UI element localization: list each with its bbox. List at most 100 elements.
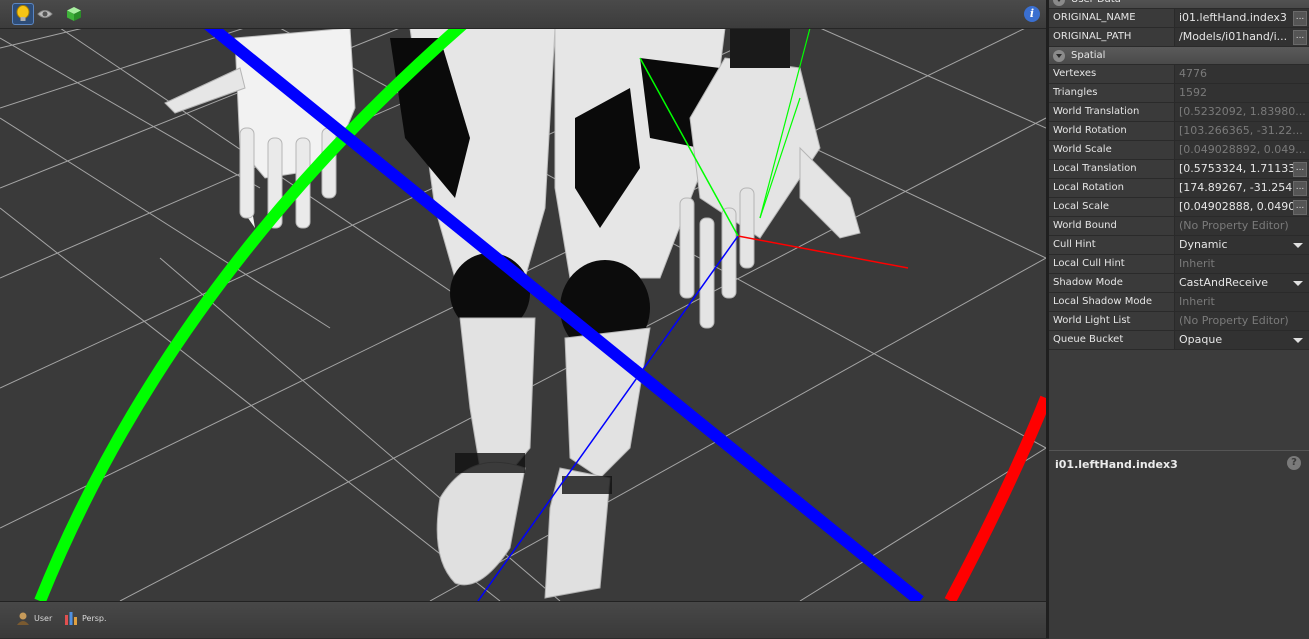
property-value-text: CastAndReceive bbox=[1179, 276, 1269, 289]
property-value[interactable]: /Models/i01hand/i...... bbox=[1175, 28, 1309, 46]
lightbulb-icon bbox=[16, 5, 30, 21]
chevron-down-icon[interactable] bbox=[1293, 281, 1303, 286]
property-row-local-shadow-mode: Local Shadow Mode Inherit bbox=[1049, 293, 1309, 312]
property-row-original-name: ORIGINAL_NAME i01.leftHand.index3... bbox=[1049, 9, 1309, 28]
property-row-vertexes: Vertexes 4776 bbox=[1049, 65, 1309, 84]
help-icon[interactable]: ? bbox=[1287, 456, 1301, 470]
perspective-icon bbox=[65, 612, 77, 625]
property-row-queue-bucket: Queue Bucket Opaque bbox=[1049, 331, 1309, 350]
property-key: World Rotation bbox=[1049, 122, 1175, 140]
projection-button[interactable]: Persp. bbox=[64, 611, 107, 625]
property-row-world-scale: World Scale [0.049028892, 0.049... bbox=[1049, 141, 1309, 160]
property-key: Local Scale bbox=[1049, 198, 1175, 216]
property-key: Local Rotation bbox=[1049, 179, 1175, 197]
viewport-toolbar: i bbox=[0, 0, 1046, 29]
property-key: Vertexes bbox=[1049, 65, 1175, 83]
property-key: ORIGINAL_NAME bbox=[1049, 9, 1175, 27]
property-value[interactable]: [0.04902888, 0.0490...... bbox=[1175, 198, 1309, 216]
property-row-cull-hint: Cull Hint Dynamic bbox=[1049, 236, 1309, 255]
property-value-text: Opaque bbox=[1179, 333, 1223, 346]
chevron-down-icon[interactable] bbox=[1293, 338, 1303, 343]
collapse-chevron-icon[interactable] bbox=[1053, 0, 1065, 6]
property-row-triangles: Triangles 1592 bbox=[1049, 84, 1309, 103]
info-icon[interactable]: i bbox=[1024, 6, 1040, 22]
ellipsis-editor-button[interactable]: ... bbox=[1293, 162, 1307, 177]
property-row-shadow-mode: Shadow Mode CastAndReceive bbox=[1049, 274, 1309, 293]
cube-toggle-button[interactable] bbox=[63, 3, 85, 25]
property-value: [0.5232092, 1.83980... bbox=[1175, 103, 1309, 121]
camera-mode-label: User bbox=[34, 613, 53, 623]
section-title: User Data bbox=[1071, 0, 1121, 5]
property-key: Cull Hint bbox=[1049, 236, 1175, 254]
lightbulb-toggle-button[interactable] bbox=[12, 3, 34, 25]
property-row-local-cull-hint: Local Cull Hint Inherit bbox=[1049, 255, 1309, 274]
section-header-spatial[interactable]: Spatial bbox=[1049, 47, 1309, 65]
scene-viewport[interactable]: i User Persp. bbox=[0, 0, 1046, 638]
property-row-world-light-list: World Light List (No Property Editor) bbox=[1049, 312, 1309, 331]
property-key: ORIGINAL_PATH bbox=[1049, 28, 1175, 46]
property-row-original-path: ORIGINAL_PATH/Models/i01hand/i...... bbox=[1049, 28, 1309, 47]
property-value: 4776 bbox=[1175, 65, 1309, 83]
property-dropdown[interactable]: Dynamic bbox=[1175, 236, 1309, 254]
properties-panel: User DataORIGINAL_NAMEi01.leftHand.index… bbox=[1046, 0, 1309, 639]
property-key: World Bound bbox=[1049, 217, 1175, 235]
property-key: Triangles bbox=[1049, 84, 1175, 102]
property-key: Shadow Mode bbox=[1049, 274, 1175, 292]
property-key: Local Translation bbox=[1049, 160, 1175, 178]
section-header-user-data[interactable]: User Data bbox=[1049, 0, 1309, 9]
property-value: 1592 bbox=[1175, 84, 1309, 102]
property-value-text: [0.5232092, 1.83980... bbox=[1179, 105, 1306, 118]
scene-3d-view[interactable] bbox=[0, 28, 1046, 601]
property-value-text: Dynamic bbox=[1179, 238, 1228, 251]
camera-mode-button[interactable]: User bbox=[16, 611, 52, 625]
property-dropdown[interactable]: Opaque bbox=[1175, 331, 1309, 349]
property-value-text: [0.04902888, 0.0490... bbox=[1179, 200, 1306, 213]
description-title: i01.leftHand.index3 bbox=[1055, 458, 1178, 471]
property-value-text: i01.leftHand.index3 bbox=[1179, 11, 1287, 24]
collapse-chevron-icon[interactable] bbox=[1053, 49, 1065, 62]
property-key: World Light List bbox=[1049, 312, 1175, 330]
property-value[interactable]: [174.89267, -31.254...... bbox=[1175, 179, 1309, 197]
property-value: [0.049028892, 0.049... bbox=[1175, 141, 1309, 159]
property-value-text: 4776 bbox=[1179, 67, 1207, 80]
property-row-local-scale: Local Scale [0.04902888, 0.0490...... bbox=[1049, 198, 1309, 217]
description-panel: i01.leftHand.index3 ? bbox=[1049, 450, 1309, 639]
property-value: Inherit bbox=[1175, 255, 1309, 273]
property-value-text: /Models/i01hand/i... bbox=[1179, 30, 1288, 43]
property-value: (No Property Editor) bbox=[1175, 312, 1309, 330]
chevron-down-icon[interactable] bbox=[1293, 243, 1303, 248]
property-dropdown[interactable]: CastAndReceive bbox=[1175, 274, 1309, 292]
property-value[interactable]: i01.leftHand.index3... bbox=[1175, 9, 1309, 27]
cube-icon bbox=[67, 7, 81, 21]
property-row-world-rotation: World Rotation [103.266365, -31.22... bbox=[1049, 122, 1309, 141]
property-key: Queue Bucket bbox=[1049, 331, 1175, 349]
property-value: Inherit bbox=[1175, 293, 1309, 311]
property-row-local-translation: Local Translation [0.5753324, 1.71133....… bbox=[1049, 160, 1309, 179]
ellipsis-editor-button[interactable]: ... bbox=[1293, 30, 1307, 45]
eye-toggle-button[interactable] bbox=[34, 3, 56, 25]
ellipsis-editor-button[interactable]: ... bbox=[1293, 11, 1307, 26]
projection-label: Persp. bbox=[82, 613, 107, 623]
property-value-text: [103.266365, -31.22... bbox=[1179, 124, 1303, 137]
property-value-text: Inherit bbox=[1179, 295, 1215, 308]
property-key: Local Cull Hint bbox=[1049, 255, 1175, 273]
property-value-text: (No Property Editor) bbox=[1179, 219, 1289, 232]
property-key: Local Shadow Mode bbox=[1049, 293, 1175, 311]
eye-icon bbox=[37, 10, 53, 18]
property-sheet: User DataORIGINAL_NAMEi01.leftHand.index… bbox=[1049, 0, 1309, 350]
property-value-text: 1592 bbox=[1179, 86, 1207, 99]
property-value-text: [0.5753324, 1.71133... bbox=[1179, 162, 1306, 175]
property-key: World Scale bbox=[1049, 141, 1175, 159]
property-key: World Translation bbox=[1049, 103, 1175, 121]
property-value-text: Inherit bbox=[1179, 257, 1215, 270]
ellipsis-editor-button[interactable]: ... bbox=[1293, 200, 1307, 215]
ellipsis-editor-button[interactable]: ... bbox=[1293, 181, 1307, 196]
user-camera-icon bbox=[17, 612, 29, 625]
viewport-statusbar: User Persp. bbox=[0, 601, 1046, 638]
property-value-text: [174.89267, -31.254... bbox=[1179, 181, 1303, 194]
property-value[interactable]: [0.5753324, 1.71133...... bbox=[1175, 160, 1309, 178]
property-value: (No Property Editor) bbox=[1175, 217, 1309, 235]
section-title: Spatial bbox=[1071, 50, 1106, 61]
property-row-local-rotation: Local Rotation [174.89267, -31.254...... bbox=[1049, 179, 1309, 198]
property-value: [103.266365, -31.22... bbox=[1175, 122, 1309, 140]
